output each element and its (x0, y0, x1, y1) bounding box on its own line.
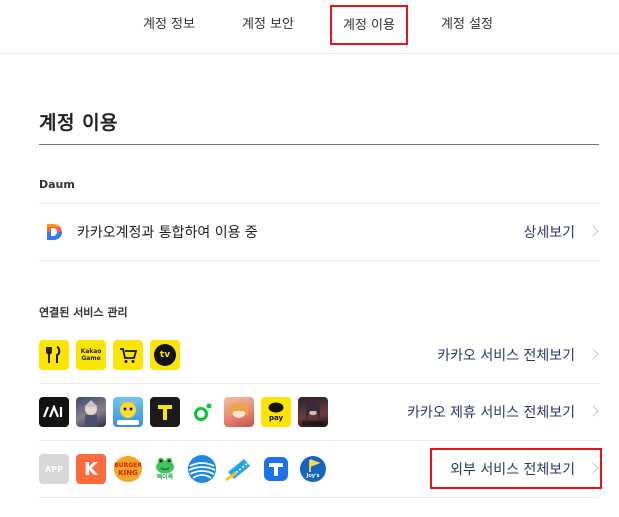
chevron-right-icon (587, 405, 599, 417)
kakao-game-icon: Kakao Game (76, 340, 106, 370)
k-icon: K (76, 454, 106, 484)
anime-game-icon (224, 397, 254, 427)
dark-game-icon (298, 397, 328, 427)
chevron-right-icon (587, 225, 599, 237)
daum-section-label: Daum (39, 178, 75, 191)
tab-account-security[interactable]: 계정 보안 (242, 16, 294, 34)
kakao-tv-label: tv (154, 344, 176, 366)
kakao-services-link[interactable]: 카카오 서비스 전체보기 (437, 345, 575, 365)
kakao-partner-services-link[interactable]: 카카오 제휴 서비스 전체보기 (407, 402, 575, 422)
kakao-pay-icon: pay (261, 397, 291, 427)
connected-section-label: 연결된 서비스 관리 (39, 306, 128, 319)
tab-account-info[interactable]: 계정 정보 (143, 16, 195, 34)
highlight-box (430, 448, 602, 489)
game-character-icon (76, 397, 106, 427)
divider (39, 497, 599, 498)
kakao-tv-icon: tv (150, 340, 180, 370)
kakao-green-dot-icon (187, 397, 217, 427)
globe-app-icon (187, 454, 217, 484)
mobile-game-icon (113, 397, 143, 427)
kakao-food-icon (39, 340, 69, 370)
kakao-services-row[interactable]: Kakao Game tv 카카오 서비스 전체보기 (39, 327, 599, 383)
app-icon: APP (39, 454, 69, 484)
daum-status-text: 카카오계정과 통합하여 이용 중 (77, 225, 258, 241)
divider (39, 260, 599, 261)
ticket-app-icon (224, 454, 254, 484)
burger-king-icon: BURGER KING (113, 454, 143, 484)
frog-app-label: 팩이톡 (156, 473, 174, 481)
daum-detail-link[interactable]: 상세보기 (523, 222, 575, 242)
kakao-t-icon (150, 397, 180, 427)
frog-app-icon: 팩이톡 (150, 454, 180, 484)
daum-row[interactable]: 카카오계정과 통합하여 이용 중 상세보기 (39, 204, 599, 260)
chevron-right-icon (587, 348, 599, 360)
golf-app-label: Joy's (306, 473, 320, 479)
daum-icon (45, 223, 63, 241)
title-divider (39, 144, 599, 145)
t-app-icon (261, 454, 291, 484)
kakao-ni-icon (39, 397, 69, 427)
page-title: 계정 이용 (39, 112, 119, 134)
tab-account-usage[interactable]: 계정 이용 (330, 5, 408, 45)
golf-app-icon: Joy's (298, 454, 328, 484)
kakao-pay-label: pay (268, 414, 284, 422)
account-tabs: 계정 정보 계정 보안 계정 이용 계정 설정 (0, 0, 619, 54)
burger-king-label-bottom: KING (118, 469, 138, 477)
kakao-shopping-icon (113, 340, 143, 370)
tab-account-settings[interactable]: 계정 설정 (441, 16, 493, 34)
kakao-partner-services-row[interactable]: pay 카카오 제휴 서비스 전체보기 (39, 384, 599, 440)
burger-king-label-top: BURGER (114, 462, 142, 469)
